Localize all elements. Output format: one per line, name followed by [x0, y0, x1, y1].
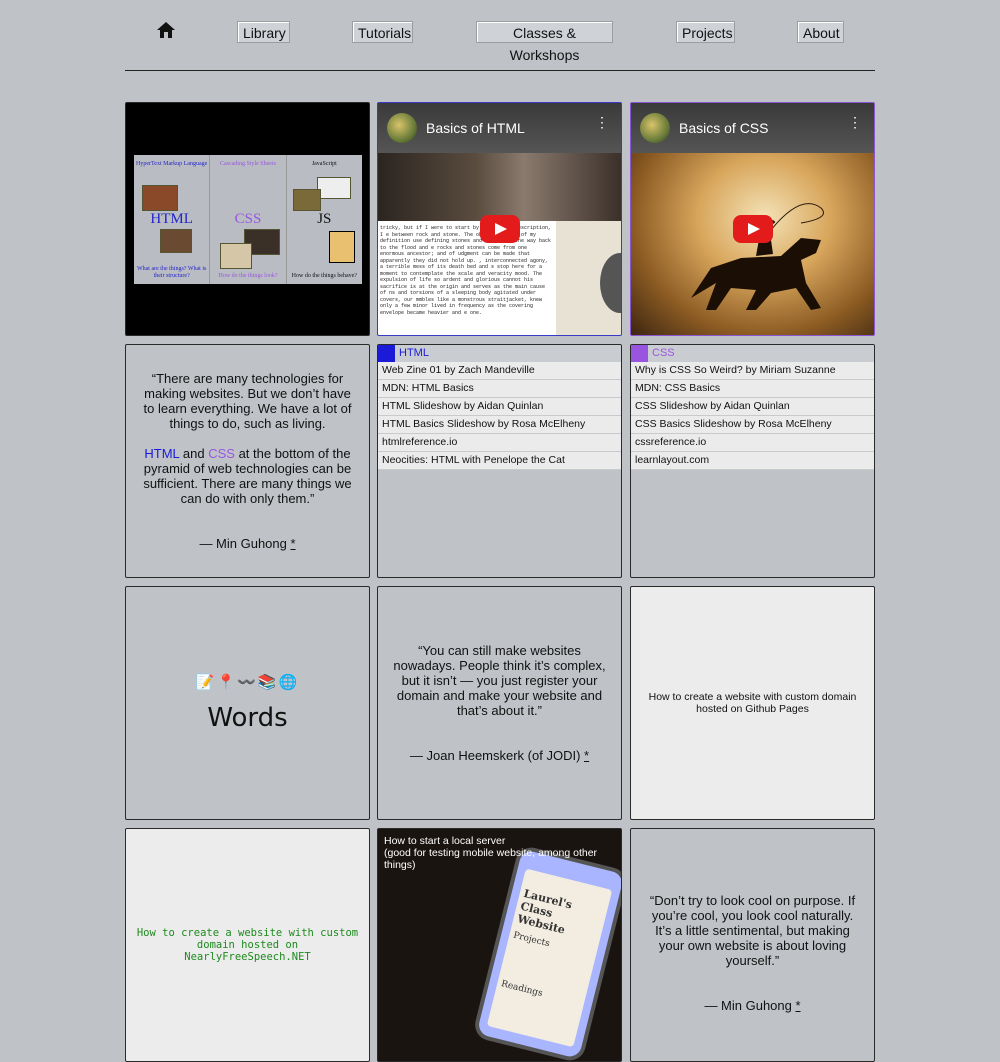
tutorial-subtitle: (good for testing mobile website, among … — [384, 847, 598, 871]
quote-connector: and — [179, 446, 209, 461]
diagram-html-label: HTML — [150, 211, 193, 227]
list-item-link[interactable]: CSS Slideshow by Aidan Quinlan — [631, 398, 874, 416]
play-button-icon[interactable] — [732, 215, 773, 243]
list-item-link[interactable]: MDN: HTML Basics — [378, 380, 621, 398]
nav-about-button[interactable]: About — [797, 21, 844, 43]
video-header: Basics of CSS ⋮ — [631, 103, 874, 153]
html-video-embed[interactable]: tricky, but if I were to start by the wa… — [377, 102, 622, 336]
diagram-css-label: CSS — [234, 211, 262, 227]
quote-html-link[interactable]: HTML — [144, 446, 179, 461]
video-title[interactable]: Basics of CSS — [679, 120, 768, 136]
list-item-link[interactable]: MDN: CSS Basics — [631, 380, 874, 398]
list-item-link[interactable]: cssreference.io — [631, 434, 874, 452]
css-video-embed[interactable]: Basics of CSS ⋮ — [630, 102, 875, 336]
html-list-title: HTML — [399, 347, 429, 359]
diagram-html-caption: What are the things? What is their struc… — [136, 266, 207, 279]
min-guhong-quote-card: “There are many technologies for making … — [125, 344, 370, 578]
web-technologies-diagram-card[interactable]: HyperText Markup Language HTML What are … — [125, 102, 370, 336]
list-item-link[interactable]: Web Zine 01 by Zach Mandeville — [378, 362, 621, 380]
diagram-css-column: Cascading Style Sheets CSS How do the th… — [210, 155, 287, 284]
phone-screen: Laurel's Class Website Projects Readings — [486, 868, 613, 1048]
diagram-photo — [328, 231, 355, 263]
diagram-js-subtitle: JavaScript — [311, 161, 337, 167]
list-item-link[interactable]: htmlreference.io — [378, 434, 621, 452]
nearlyfreespeech-tutorial-card[interactable]: How to create a website with custom doma… — [125, 828, 370, 1062]
quote-author: — Min Guhong — [199, 536, 291, 551]
tutorial-caption: How to start a local server (good for te… — [384, 835, 621, 871]
tutorial-title: How to start a local server — [384, 835, 506, 847]
quote-text: “There are many technologies for making … — [143, 371, 352, 431]
quote-author: — Min Guhong — [704, 998, 796, 1013]
more-options-icon[interactable]: ⋮ — [595, 115, 609, 129]
top-nav: Library Tutorials Classes & Workshops Pr… — [0, 0, 1000, 70]
list-item-link[interactable]: learnlayout.com — [631, 452, 874, 470]
diagram-js-caption: How do the things behave? — [291, 273, 357, 279]
diagram-html-column: HyperText Markup Language HTML What are … — [134, 155, 211, 284]
css-list-title: CSS — [652, 347, 675, 359]
css-color-swatch — [631, 345, 648, 362]
words-title: Words — [207, 703, 288, 733]
diagram-photo — [316, 177, 351, 199]
words-emoji-row: 📝📍〰️📚🌐 — [195, 674, 300, 691]
quote-text: “Don’t try to look cool on purpose. If y… — [649, 893, 856, 968]
home-icon[interactable] — [157, 22, 175, 38]
github-pages-tutorial-card[interactable]: How to create a website with custom doma… — [630, 586, 875, 820]
words-card[interactable]: 📝📍〰️📚🌐 Words — [125, 586, 370, 820]
jodi-quote-card: “You can still make websites nowadays. P… — [377, 586, 622, 820]
diagram-css-subtitle: Cascading Style Sheets — [219, 161, 276, 167]
list-item-link[interactable]: Neocities: HTML with Penelope the Cat — [378, 452, 621, 470]
tutorial-title: How to create a website with custom doma… — [648, 691, 857, 715]
diagram-js-label: JS — [317, 211, 332, 227]
diagram-photo — [220, 243, 253, 269]
diagram-js-column: JavaScript JS How do the things behave? — [287, 155, 362, 284]
quote-source-link[interactable]: * — [795, 998, 800, 1013]
nav-projects-button[interactable]: Projects — [676, 21, 735, 43]
html-resources-list: HTML Web Zine 01 by Zach Mandeville MDN:… — [377, 344, 622, 578]
channel-avatar[interactable] — [640, 113, 670, 143]
quote-css-link[interactable]: CSS — [208, 446, 235, 461]
css-list-header: CSS — [631, 345, 874, 362]
quote-text: “You can still make websites nowadays. P… — [393, 643, 606, 718]
diagram-html-subtitle: HyperText Markup Language — [136, 161, 208, 167]
list-item-link[interactable]: CSS Basics Slideshow by Rosa McElheny — [631, 416, 874, 434]
diagram-photo — [142, 185, 178, 211]
list-item-link[interactable]: HTML Slideshow by Aidan Quinlan — [378, 398, 621, 416]
html-list-header: HTML — [378, 345, 621, 362]
play-button-icon[interactable] — [479, 215, 520, 243]
diagram-photo — [292, 189, 321, 211]
quote-source-link[interactable]: * — [584, 748, 589, 763]
quote-source-link[interactable]: * — [290, 536, 295, 551]
phone-section-readings: Readings — [500, 979, 544, 1000]
css-resources-list: CSS Why is CSS So Weird? by Miriam Suzan… — [630, 344, 875, 578]
quote-attribution: — Min Guhong * — [199, 536, 295, 551]
more-options-icon[interactable]: ⋮ — [848, 115, 862, 129]
header-divider — [125, 70, 875, 71]
nav-classes-workshops-button[interactable]: Classes & Workshops — [476, 21, 613, 63]
tutorial-title: How to create a website with custom doma… — [136, 927, 359, 963]
nav-tutorials-button[interactable]: Tutorials — [352, 21, 413, 43]
video-title[interactable]: Basics of HTML — [426, 120, 525, 136]
local-server-tutorial-card[interactable]: How to start a local server (good for te… — [377, 828, 622, 1062]
list-item-link[interactable]: HTML Basics Slideshow by Rosa McElheny — [378, 416, 621, 434]
video-header: Basics of HTML ⋮ — [378, 103, 621, 153]
min-guhong-quote-card-2: “Don’t try to look cool on purpose. If y… — [630, 828, 875, 1062]
quote-attribution: — Min Guhong * — [704, 998, 800, 1013]
video-thumbnail-text: tricky, but if I were to start by the wa… — [378, 221, 556, 335]
list-item-link[interactable]: Why is CSS So Weird? by Miriam Suzanne — [631, 362, 874, 380]
quote-text-continued: HTML and CSS at the bottom of the pyrami… — [140, 446, 355, 506]
nav-library-button[interactable]: Library — [237, 21, 290, 43]
phone-photo: Laurel's Class Website Projects Readings — [476, 849, 621, 1059]
quote-attribution: — Joan Heemskerk (of JODI) * — [410, 748, 589, 763]
channel-avatar[interactable] — [387, 113, 417, 143]
diagram-photo — [160, 229, 192, 253]
web-technologies-diagram: HyperText Markup Language HTML What are … — [134, 155, 362, 284]
html-color-swatch — [378, 345, 395, 362]
quote-author: — Joan Heemskerk (of JODI) — [409, 748, 585, 763]
diagram-css-caption: How do the things look? — [218, 273, 278, 279]
